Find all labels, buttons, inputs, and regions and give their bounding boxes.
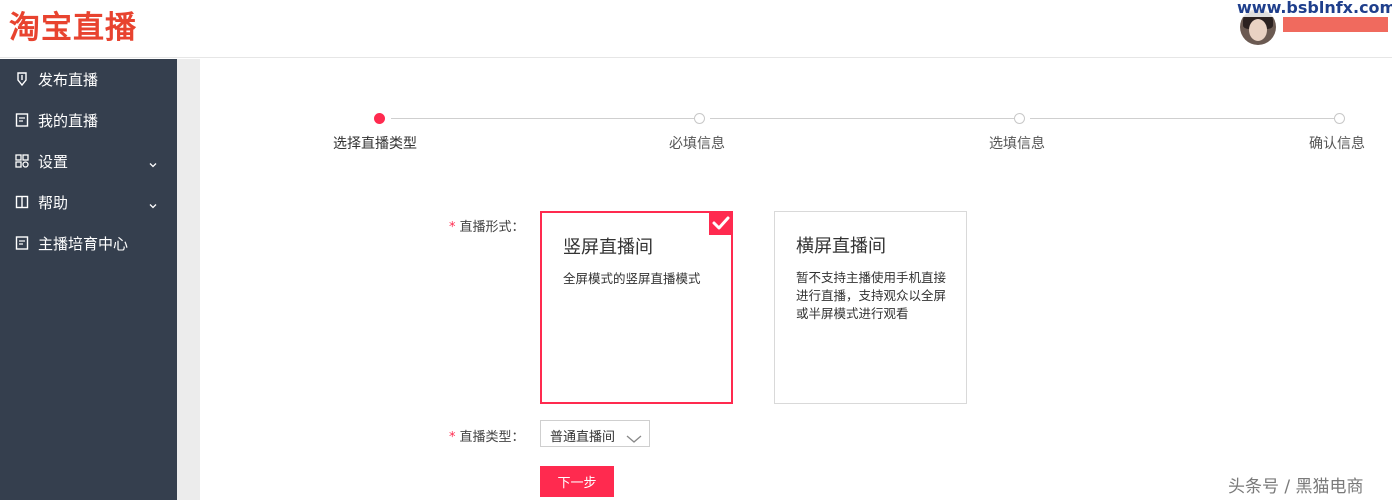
- sidebar: 发布直播 我的直播 设置 帮助 主播培育中心: [0, 59, 177, 500]
- step-connector: [1030, 118, 1334, 119]
- step-connector: [391, 118, 694, 119]
- sidebar-item-my-live[interactable]: 我的直播: [0, 100, 177, 140]
- option-card-description: 暂不支持主播使用手机直接进行直播，支持观众以全屏或半屏模式进行观看: [796, 270, 947, 321]
- option-card-description: 全屏模式的竖屏直播模式: [563, 271, 701, 286]
- chevron-down-icon: [148, 197, 158, 209]
- sidebar-item-help[interactable]: 帮助: [0, 182, 177, 222]
- live-type-select[interactable]: 普通直播间: [540, 420, 650, 447]
- document-icon: [14, 235, 30, 251]
- live-type-select-value: 普通直播间: [550, 430, 616, 445]
- sidebar-item-publish-live[interactable]: 发布直播: [0, 59, 177, 99]
- chevron-down-icon: [626, 429, 642, 443]
- option-card-title: 竖屏直播间: [563, 237, 653, 258]
- step-label-confirm-info: 确认信息: [1309, 136, 1365, 152]
- step-dot-active: [374, 113, 385, 124]
- step-label-optional-info: 选填信息: [989, 136, 1045, 152]
- required-mark: *: [449, 220, 456, 235]
- publish-icon: [14, 71, 30, 87]
- step-label-required-info: 必填信息: [669, 136, 725, 152]
- sidebar-item-anchor-training[interactable]: 主播培育中心: [0, 223, 177, 263]
- option-card-horizontal[interactable]: 横屏直播间 暂不支持主播使用手机直接进行直播，支持观众以全屏或半屏模式进行观看: [774, 211, 967, 404]
- sidebar-item-label: 帮助: [38, 193, 69, 212]
- username-redacted[interactable]: [1283, 17, 1388, 32]
- sidebar-item-label: 主播培育中心: [38, 234, 129, 253]
- step-dot: [1334, 113, 1345, 124]
- step-label-select-type: 选择直播类型: [333, 136, 417, 152]
- sidebar-item-label: 发布直播: [38, 70, 99, 89]
- step-connector: [710, 118, 1014, 119]
- option-card-title: 横屏直播间: [796, 236, 886, 257]
- live-format-label: * 直播形式：: [449, 220, 525, 235]
- taobao-live-logo[interactable]: 淘宝直播: [9, 8, 137, 48]
- live-type-label: * 直播类型：: [449, 430, 525, 445]
- next-step-button[interactable]: 下一步: [540, 466, 614, 497]
- top-header: 淘宝直播 www.bsblnfx.com: [0, 0, 1392, 58]
- sidebar-item-label: 设置: [38, 152, 69, 171]
- step-dot: [694, 113, 705, 124]
- book-icon: [14, 194, 30, 210]
- required-mark: *: [449, 430, 456, 445]
- check-icon: [709, 211, 733, 235]
- step-dot: [1014, 113, 1025, 124]
- watermark-text: 头条号 / 黑猫电商: [1228, 477, 1364, 497]
- sidebar-item-settings[interactable]: 设置: [0, 141, 177, 181]
- sidebar-item-label: 我的直播: [38, 111, 99, 130]
- watermark-url: www.bsblnfx.com: [1235, 0, 1392, 17]
- content-gutter: [177, 59, 200, 500]
- option-card-vertical[interactable]: 竖屏直播间 全屏模式的竖屏直播模式: [540, 211, 733, 404]
- grid-settings-icon: [14, 153, 30, 169]
- chevron-down-icon: [148, 156, 158, 168]
- document-icon: [14, 112, 30, 128]
